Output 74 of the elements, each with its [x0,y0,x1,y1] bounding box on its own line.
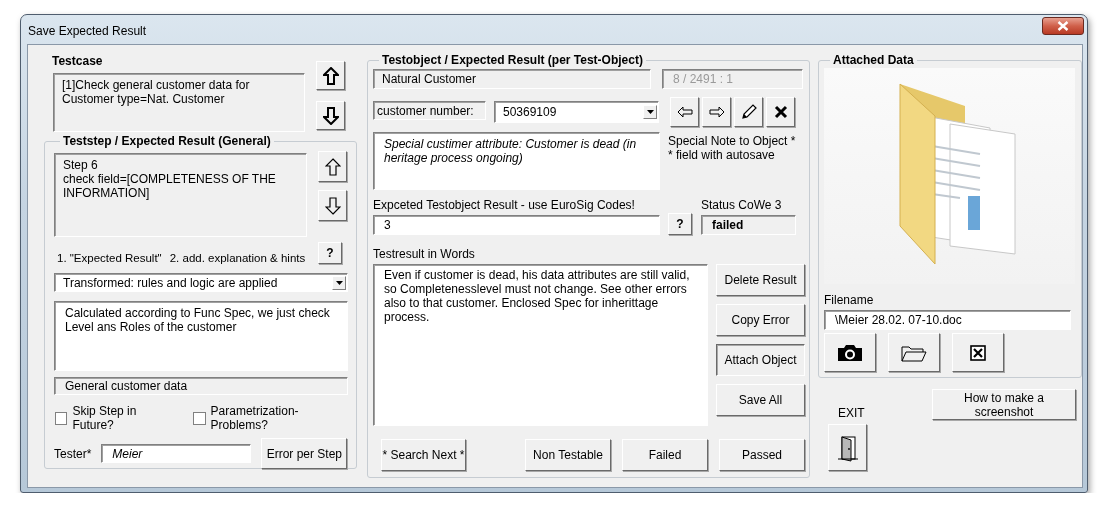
field-label: customer number: [373,101,486,120]
remove-attachment-button[interactable] [952,333,1004,372]
down-arrow-icon [322,106,339,125]
edit-button[interactable] [734,97,763,127]
action-button[interactable]: Delete Result [716,264,805,296]
hint-text: * field with autosave [668,148,776,162]
camera-icon [837,343,863,362]
field-label: Tester* [54,446,92,461]
open-folder-button[interactable] [888,333,940,372]
action-button[interactable]: Attach Object [716,344,805,376]
group-field[interactable]: General customer data [54,377,348,395]
status-field: failed [701,215,796,235]
group-title: Teststep / Expected Result (General) [62,134,272,148]
explanation-field[interactable]: Calculated according to Func Spec, we just check Level ans Roles of the customer [54,301,348,371]
move-down-button[interactable] [318,190,347,221]
section-label: Testcase [52,54,104,68]
close-icon [970,344,986,361]
action-button[interactable]: Copy Error [716,304,805,336]
action-button[interactable]: Save All [716,384,805,416]
tester-field[interactable]: Meier [101,444,252,463]
field-label: Filename [824,293,875,307]
result-text-field[interactable]: Even if customer is dead, his data attributes are still valid, so Completenesslevel must not change. See other errors also to that customer. Enclosed Spec for inherittage process. [373,264,708,426]
customer-number-dropdown[interactable]: 50369109 [494,101,659,123]
exit-button[interactable] [828,424,867,471]
checkbox-label: Parametrization-Problems? [210,404,300,432]
group-title: Attached Data [832,53,915,67]
move-down-button[interactable] [316,101,345,130]
action-button[interactable]: Passed [719,439,805,471]
help-button[interactable]: ? [668,213,692,235]
expected-result-field[interactable]: 3 [373,215,660,235]
close-button[interactable] [1042,17,1084,35]
delete-button[interactable] [766,97,795,127]
field-label: Expceted Testobject Result - use EuroSig Codes! [373,198,636,212]
help-button[interactable]: ? [318,242,342,264]
checkbox[interactable] [193,411,206,425]
previous-button[interactable] [670,97,699,127]
teststep-field[interactable]: Step 6 check field=[COMPLETENESS OF THE INFORMATION] [54,153,307,237]
screenshot-button[interactable] [824,333,876,372]
caret-icon [335,280,343,285]
folder-icon [901,343,927,362]
help-button[interactable]: How to make a screenshot [932,389,1076,420]
caret-icon [646,110,654,114]
group-title: Testobject / Expected Result (per Test-Object) [381,53,644,67]
field-label: Testresult in Words [373,247,476,261]
hint-text: Special Note to Object * [668,134,796,148]
down-arrow-icon [324,196,341,215]
close-icon [773,105,788,119]
object-type-field[interactable]: Natural Customer [373,69,651,89]
door-icon [837,433,858,462]
dropdown-field[interactable]: Transformed: rules and logic are applied [54,273,348,292]
window-title: Save Expected Result [28,24,147,38]
right-arrow-icon [708,106,725,118]
move-up-button[interactable] [318,151,347,182]
action-button[interactable]: * Search Next * [381,439,466,471]
next-button[interactable] [702,97,731,127]
checkbox-label: Skip Step in Future? [72,404,138,432]
action-button[interactable]: Failed [622,439,708,471]
field-label: Status CoWe 3 [701,198,783,212]
note-field[interactable]: Special custimer attribute: Customer is dead (in heritage process ongoing) [373,132,660,190]
pencil-icon [739,103,758,121]
hint-text: 2. add. explanation & hints [169,252,306,264]
action-button[interactable]: Non Testable [525,439,611,471]
up-arrow-icon [322,66,339,85]
error-per-step-button[interactable]: Error per Step [261,438,348,469]
up-arrow-icon [324,157,341,176]
testcase-field[interactable]: [1]Check general customer data for Customer type=Nat. Customer [53,73,305,132]
filename-field[interactable]: \Meier 28.02. 07-10.doc [824,310,1071,330]
move-up-button[interactable] [316,61,345,90]
left-arrow-icon [676,106,693,118]
close-icon [1057,21,1069,31]
checkbox[interactable] [55,411,68,425]
position-field: 8 / 2491 : 1 [662,69,803,89]
exit-label: EXIT [838,406,865,420]
hint-text: 1. "Expected Result" [57,252,162,264]
